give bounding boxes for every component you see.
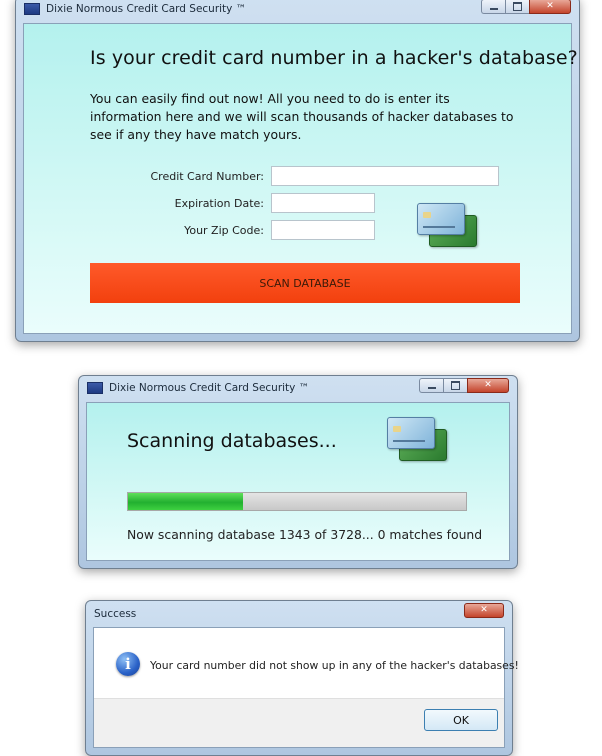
success-dialog-content: i Your card number did not show up in an… (93, 627, 519, 748)
close-icon: ✕ (546, 1, 554, 11)
window-title: Dixie Normous Credit Card Security ™ (109, 382, 310, 394)
close-icon: ✕ (480, 605, 488, 615)
app-icon (24, 3, 40, 15)
scanning-window-content: Scanning databases... Now scanning datab… (86, 402, 510, 561)
scan-progress-bar (127, 492, 467, 511)
intro-text: You can easily find out now! All you nee… (90, 91, 514, 142)
credit-card-front (387, 417, 435, 449)
scanning-window-titlebar[interactable]: Dixie Normous Credit Card Security ™ ✕ (79, 376, 517, 400)
close-button[interactable]: ✕ (529, 0, 571, 14)
credit-cards-icon (387, 417, 447, 463)
zip-code-input[interactable] (271, 220, 375, 240)
scanning-window: Dixie Normous Credit Card Security ™ ✕ S… (78, 375, 518, 569)
credit-card-front (417, 203, 465, 235)
success-dialog: Success ✕ i Your card number did not sho… (85, 600, 519, 756)
card-number-input[interactable] (271, 166, 499, 186)
credit-cards-icon (417, 203, 477, 249)
close-button[interactable]: ✕ (467, 378, 509, 393)
ok-button[interactable]: OK (424, 709, 498, 731)
scan-progress-fill (128, 493, 243, 510)
main-window-titlebar[interactable]: Dixie Normous Credit Card Security ™ ✕ (16, 0, 579, 21)
main-window: Dixie Normous Credit Card Security ™ ✕ I… (15, 0, 580, 342)
dialog-title: Success (94, 608, 137, 620)
minimize-icon (427, 387, 436, 389)
window-title: Dixie Normous Credit Card Security ™ (46, 3, 247, 15)
dialog-message: Your card number did not show up in any … (150, 659, 519, 672)
close-icon: ✕ (484, 380, 492, 390)
maximize-icon (451, 381, 460, 390)
scan-database-button[interactable]: SCAN DATABASE (90, 263, 520, 303)
maximize-button[interactable] (505, 0, 529, 14)
maximize-button[interactable] (443, 378, 467, 393)
close-button[interactable]: ✕ (464, 603, 504, 618)
expiration-date-input[interactable] (271, 193, 375, 213)
expiration-date-label: Expiration Date: (174, 197, 264, 210)
dialog-footer: OK (94, 698, 504, 747)
page-headline: Is your credit card number in a hacker's… (90, 47, 578, 69)
main-window-content: Is your credit card number in a hacker's… (23, 23, 578, 334)
minimize-button[interactable] (481, 0, 505, 14)
info-icon: i (116, 652, 140, 676)
app-icon (87, 382, 103, 394)
scan-status-text: Now scanning database 1343 of 3728... 0 … (127, 527, 483, 542)
maximize-icon (513, 2, 522, 11)
minimize-icon (489, 8, 498, 10)
success-dialog-titlebar[interactable]: Success ✕ (86, 601, 512, 625)
scanning-heading: Scanning databases... (127, 430, 337, 452)
card-number-label: Credit Card Number: (150, 170, 264, 183)
zip-code-label: Your Zip Code: (184, 224, 264, 237)
minimize-button[interactable] (419, 378, 443, 393)
